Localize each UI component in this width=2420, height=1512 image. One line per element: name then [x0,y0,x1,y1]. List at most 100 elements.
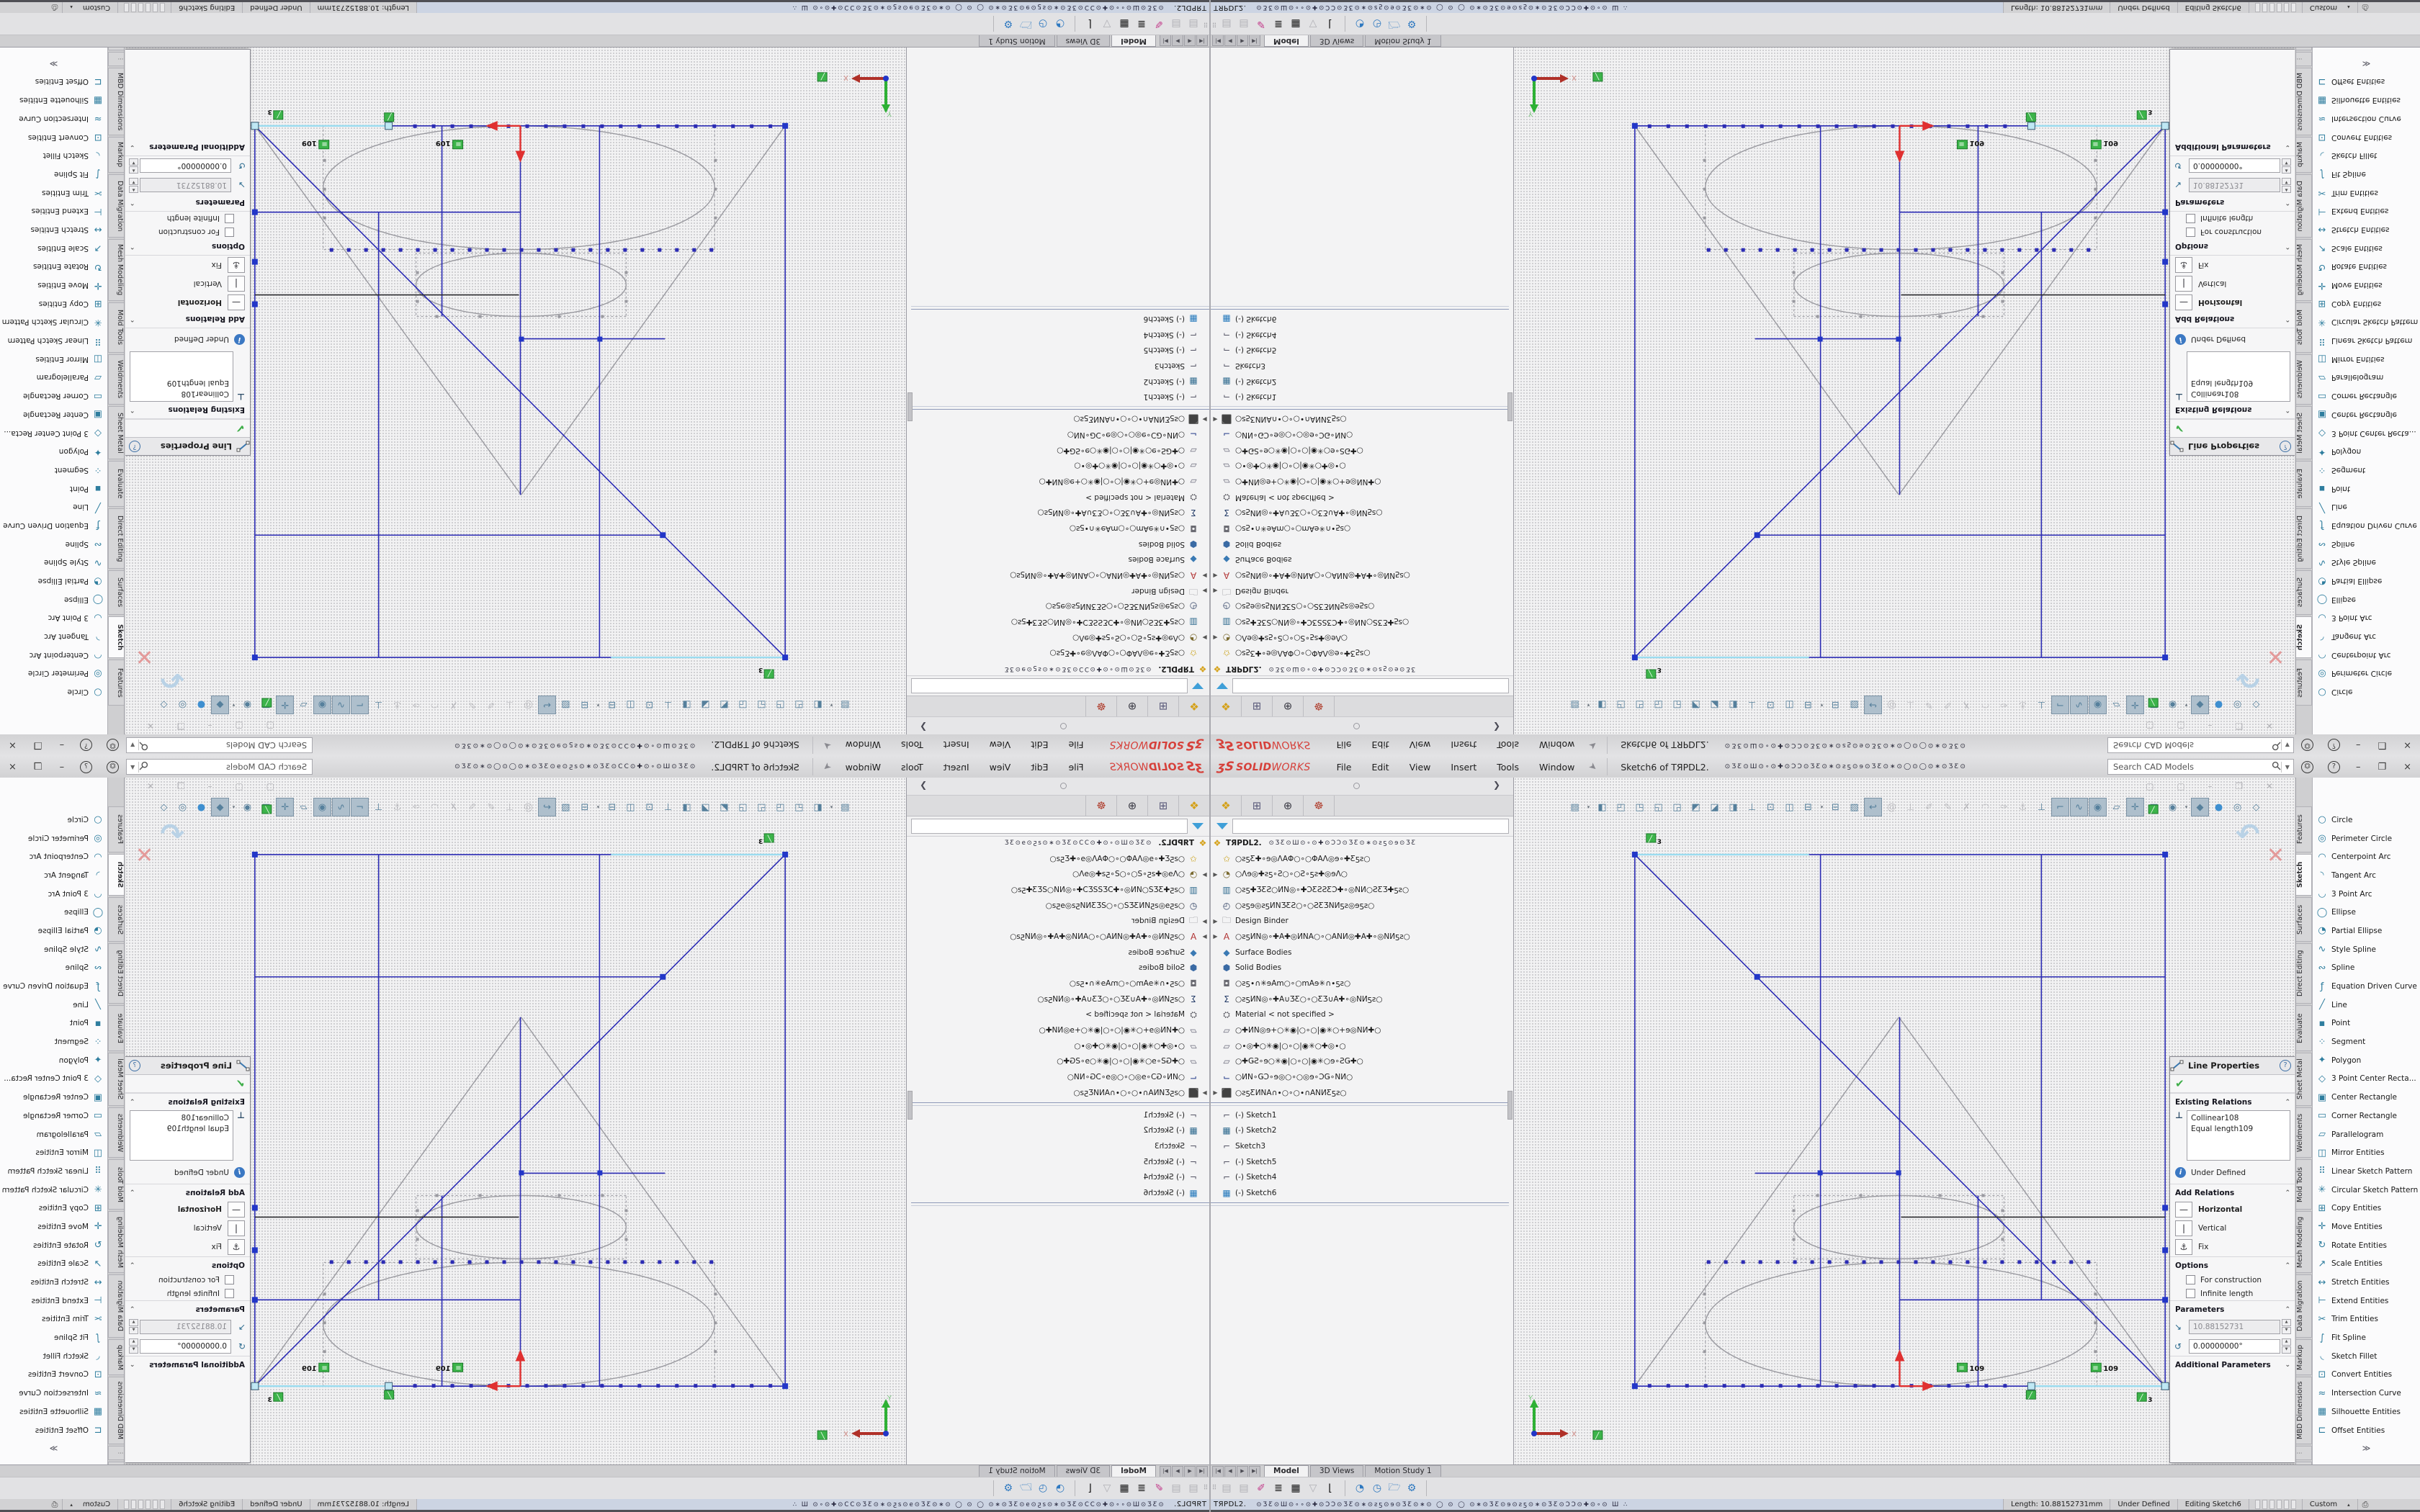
motion-toolbar-icon[interactable]: ⌊ [1081,1482,1098,1494]
tab-nav-arrow-icon[interactable]: ▶| [1160,1466,1171,1477]
menu-item[interactable]: Insert [1440,762,1487,773]
sketch-tool-item[interactable]: ◫ Mirror Entities [2313,350,2420,369]
sketch-tool-item[interactable]: ↗ Scale Entities [0,239,107,258]
ok-button[interactable]: ✔ [125,419,250,437]
sketch-tool-item[interactable]: ▪ Point [2313,1014,2420,1033]
command-tab[interactable]: MBD Dimensions [108,1377,124,1444]
expand-arrow-icon[interactable]: ▶ [1200,416,1209,423]
motion-toolbar-icon[interactable]: ⌊ [1322,1482,1339,1494]
tree-item[interactable]: ◆ Surface Bodies [1211,945,1509,960]
sketch-tool-item[interactable]: ⊢ Extend Entities [2313,1292,2420,1310]
feature-panel-tab[interactable]: ☸ [1304,796,1335,816]
tree-item[interactable]: ⌐ (-) Sketch5 [911,343,1209,359]
command-tab[interactable]: Data Migration [2296,174,2312,238]
sketch-tool-item[interactable]: ◠ Centerpoint Arc [2313,646,2420,665]
tree-root-item[interactable]: ❖ TЯPDL2. ⊙ƷƸ⊙Ш⊙∘⊙✚⊙ƆƆ⊙ƷƸ⊙∗⊙ƨƽ⊙ɘ⊙ƷƸ [1211,661,1509,677]
sketch-tool-item[interactable]: ◎ Perimeter Circle [0,665,107,683]
collapse-chevron-icon[interactable]: ⌃ [2285,1099,2290,1106]
sketch-tool-item[interactable]: ∿ Style Spline [0,940,107,959]
relations-listbox[interactable]: Collinear108Equal length109 [2187,351,2290,402]
command-tab[interactable]: Direct Editing [108,508,124,569]
add-relations-header[interactable]: Add Relations⌃ [125,312,250,328]
document-tab[interactable]: Model [1111,35,1156,47]
sketch-tool-item[interactable]: ◝ Tangent Arc [2313,866,2420,885]
document-tab[interactable]: Model [1111,1465,1156,1477]
tab-nav-arrow-icon[interactable]: ◀ [1184,1466,1196,1477]
angle-spinner[interactable]: ▲▼ [129,158,138,174]
sketch-tool-item[interactable]: ✛ Move Entities [0,276,107,294]
pin-icon[interactable]: ➤ [1587,760,1600,774]
tree-item[interactable]: ▱ ○✚ǤƧ∘ɘ○✳◉|○∘○|◉✳○ɘ∘ƧǤ✚○ [1211,443,1509,459]
tab-nav-arrow-icon[interactable]: ▶| [1249,1466,1260,1477]
sketch-tool-item[interactable]: ↗ Scale Entities [2313,239,2420,258]
motion-toolbar-icon[interactable]: ◷ [1034,18,1052,30]
command-tab[interactable]: Markup [2296,137,2312,173]
sketch-tool-item[interactable]: ⠿ Linear Sketch Pattern [2313,331,2420,350]
document-tab[interactable]: Motion Study 1 [979,1465,1054,1477]
tree-item[interactable]: ⬢ Solid Bodies [1211,536,1509,552]
sketch-tool-item[interactable]: ▭ Corner Rectangle [2313,1107,2420,1125]
account-icon[interactable]: ⏣ [107,761,119,773]
command-tab[interactable]: Direct Editing [108,943,124,1004]
motion-toolbar-icon[interactable]: ⚙ [1403,1482,1420,1494]
sketch-tool-item[interactable]: ▪ Point [0,480,107,498]
checkbox[interactable] [2186,1275,2195,1284]
tree-root-item[interactable]: ❖ TЯPDL2. ⊙ƷƸ⊙Ш⊙∘⊙✚⊙ƆƆ⊙ƷƸ⊙∗⊙ƨƽ⊙ɘ⊙ƷƸ [1211,835,1509,851]
relation-entry[interactable]: Collinear108 [2191,1113,2286,1124]
unit-system-selector[interactable]: Custom▴ [63,1499,118,1510]
expand-arrow-icon[interactable]: ▶ [1200,933,1209,940]
search-icon[interactable] [2272,739,2281,751]
menu-item[interactable]: Tools [1487,762,1529,773]
checkbox[interactable] [225,1275,234,1284]
tree-item[interactable]: ⌙ ○ИN∘ǤƆ∘ɘ◎○∘○◎ɘ∘ƆǤ∘NИ○ [911,427,1209,443]
command-tab[interactable]: Mold Tools [2296,302,2312,353]
sketch-tool-item[interactable]: ◇ 3 Point Center Recta... [2313,1070,2420,1089]
menu-item[interactable]: View [1399,740,1441,751]
command-tab[interactable]: ⋮ [2296,1446,2312,1460]
minimize-button[interactable]: – [2347,740,2370,751]
command-tab[interactable]: Mold Tools [108,302,124,353]
expand-arrow-icon[interactable]: ▶ [1211,588,1220,594]
sketch-tool-item[interactable]: ⊡ Convert Entities [2313,128,2420,147]
sketch-tool-item[interactable]: ƒ Equation Driven Curve [2313,516,2420,535]
tree-item[interactable]: ▦ (-) Sketch6 [911,1185,1209,1201]
document-tab[interactable]: Motion Study 1 [979,35,1054,47]
command-tab[interactable]: ⋮ [108,52,124,66]
command-tab[interactable]: Data Migration [2296,1274,2312,1338]
menu-item[interactable]: Edit [1021,740,1058,751]
tree-item[interactable]: ⛭ Material < not specified > [911,490,1209,505]
motion-toolbar-icon[interactable] [1426,16,1427,32]
sketch-tool-item[interactable]: ↗ Scale Entities [2313,1255,2420,1274]
option-row[interactable]: Infinite length [125,1287,250,1300]
sketch-tool-item[interactable]: ✂ Trim Entities [2313,1310,2420,1329]
menu-item[interactable]: Window [1529,762,1585,773]
command-tab[interactable]: ⋮ [2296,52,2312,66]
status-printer-icon[interactable]: ⎙ [2357,2,2373,13]
motion-toolbar-icon[interactable]: ▤ [1168,18,1185,30]
motion-toolbar-icon[interactable]: ⌊ [1081,18,1098,30]
sketch-tool-item[interactable]: ╱ Line [2313,996,2420,1014]
motion-toolbar-icon[interactable]: ▽ [1098,1482,1116,1494]
tree-item[interactable]: ▥ ○ƨƽ✚ƷƸƧ○ИN◎∘✚ƆƸƧƧƸƆ✚∘◎NИ○ƧƸƷ✚ƽƨ○ [1211,882,1509,898]
minimize-button[interactable]: – [2347,762,2370,773]
tree-item[interactable]: ⌐ (-) Sketch4 [911,1169,1209,1185]
motion-toolbar-icon[interactable]: ▤ [1168,1482,1185,1494]
tree-item[interactable]: ▶ 🗀 Design Binder [1211,583,1509,599]
menu-item[interactable]: Tools [891,740,933,751]
sketch-tool-item[interactable]: ◡ 3 Point Arc [2313,609,2420,628]
sketch-tool-item[interactable]: ✳ Circular Sketch Pattern [0,1181,107,1200]
tree-item[interactable]: ▱ ○✚ИN◎ɘ+○✳◉|○∘○|◉✳○+ɘ◎NИ✚○ [911,474,1209,490]
relations-listbox[interactable]: Collinear108Equal length109 [130,1110,233,1161]
tree-root-item[interactable]: ❖ TЯPDL2. ⊙ƷƸ⊙Ш⊙∘⊙✚⊙ƆƆ⊙ƷƸ⊙∗⊙ƨƽ⊙ɘ⊙ƷƸ [911,661,1209,677]
command-tab[interactable]: Data Migration [108,1274,124,1338]
command-tab[interactable]: Mesh Modeling [2296,239,2312,301]
sketch-tool-item[interactable]: ⊡ Convert Entities [2313,1366,2420,1385]
options-header[interactable]: Options⌃ [125,239,250,256]
expand-arrow-icon[interactable]: ▶ [1211,918,1220,924]
additional-parameters-header[interactable]: Additional Parameters⌄ [2170,140,2295,156]
motion-toolbar-icon[interactable]: ▽ [1304,1482,1322,1494]
command-tab[interactable]: Mesh Modeling [2296,1211,2312,1273]
sketch-tool-item[interactable]: ⁘ Segment [2313,1032,2420,1051]
tree-item[interactable]: ⌙ ○ИN∘ǤƆ∘ɘ◎○∘○◎ɘ∘ƆǤ∘NИ○ [1211,427,1509,443]
tree-item[interactable]: ⌐ Sketch3 [1211,1138,1509,1154]
